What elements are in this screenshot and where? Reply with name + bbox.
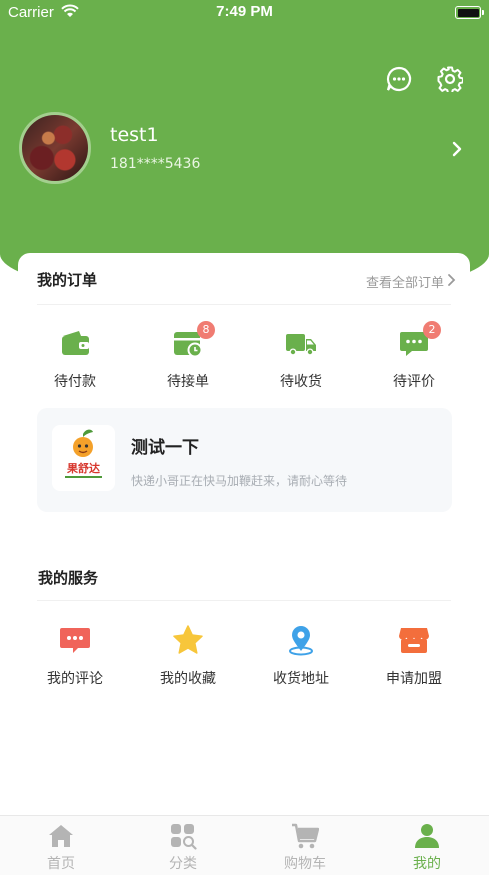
order-pending-review[interactable]: 2 待评价 — [369, 321, 459, 393]
tab-home[interactable]: 首页 — [0, 822, 122, 875]
service-label: 申请加盟 — [386, 671, 442, 687]
battery-icon — [455, 6, 481, 19]
service-apply-franchise[interactable]: 申请加盟 — [369, 624, 459, 690]
message-dots-icon[interactable] — [386, 66, 412, 92]
chevron-right-icon[interactable] — [447, 273, 456, 287]
battery-tip — [482, 10, 484, 15]
service-label: 我的收藏 — [160, 671, 216, 687]
tab-mine[interactable]: 我的 — [366, 822, 488, 875]
orders-title: 我的订单 — [37, 271, 98, 289]
status-time: 7:49 PM — [216, 3, 273, 20]
order-item-label: 待评价 — [393, 374, 435, 390]
user-icon — [415, 824, 439, 848]
tab-bar: 首页 分类 购物车 我的 — [0, 815, 489, 875]
order-pending-receipt[interactable]: 待收货 — [256, 327, 346, 393]
chevron-right-icon[interactable] — [450, 140, 464, 158]
location-pin-icon — [289, 626, 313, 656]
order-item-label: 待付款 — [54, 374, 96, 390]
service-label: 我的评论 — [47, 671, 103, 687]
order-badge: 2 — [423, 321, 441, 339]
services-title: 我的服务 — [38, 569, 99, 587]
star-icon — [173, 625, 203, 654]
tab-label: 我的 — [413, 856, 441, 872]
brand-logo: 果舒达 — [52, 425, 115, 491]
phone-number: 181****5436 — [110, 156, 201, 172]
order-badge: 8 — [197, 321, 215, 339]
order-item-label: 待接单 — [167, 374, 209, 390]
status-bar: Carrier 7:49 PM — [0, 0, 489, 26]
category-icon — [171, 824, 197, 850]
cart-icon — [292, 823, 319, 849]
avatar[interactable] — [19, 112, 91, 184]
service-label: 收货地址 — [273, 671, 329, 687]
username: test1 — [110, 124, 159, 146]
view-all-orders-link[interactable]: 查看全部订单 — [366, 272, 444, 291]
home-icon — [49, 825, 73, 847]
order-item-label: 待收货 — [280, 374, 322, 390]
wallet-icon — [62, 331, 89, 355]
divider — [37, 600, 451, 601]
tab-category[interactable]: 分类 — [122, 822, 244, 875]
profile-screen: Carrier 7:49 PM test1 181****5436 我的订单 查… — [0, 0, 489, 875]
service-my-favorites[interactable]: 我的收藏 — [143, 624, 233, 690]
tab-cart[interactable]: 购物车 — [244, 822, 366, 875]
order-card: 我的订单 查看全部订单 待付款 8 待接单 待收货 2 待评价 果舒达 测试一下… — [18, 253, 470, 523]
tab-label: 分类 — [169, 856, 197, 872]
tab-label: 首页 — [47, 856, 75, 872]
order-notice-card[interactable]: 果舒达 测试一下 快递小哥正在快马加鞭赶来，请耐心等待 — [37, 408, 452, 512]
notice-description: 快递小哥正在快马加鞭赶来，请耐心等待 — [131, 474, 348, 488]
notice-title: 测试一下 — [131, 438, 199, 458]
review-icon — [60, 628, 90, 653]
store-icon — [399, 628, 429, 653]
service-my-reviews[interactable]: 我的评论 — [30, 624, 120, 690]
truck-icon — [286, 334, 316, 356]
order-pending-payment[interactable]: 待付款 — [30, 327, 120, 393]
order-pending-acceptance[interactable]: 8 待接单 — [143, 321, 233, 393]
gear-icon[interactable] — [437, 66, 463, 92]
svg-text:果舒达: 果舒达 — [66, 461, 100, 475]
divider — [37, 304, 451, 305]
tab-label: 购物车 — [284, 856, 326, 872]
service-shipping-address[interactable]: 收货地址 — [256, 624, 346, 690]
